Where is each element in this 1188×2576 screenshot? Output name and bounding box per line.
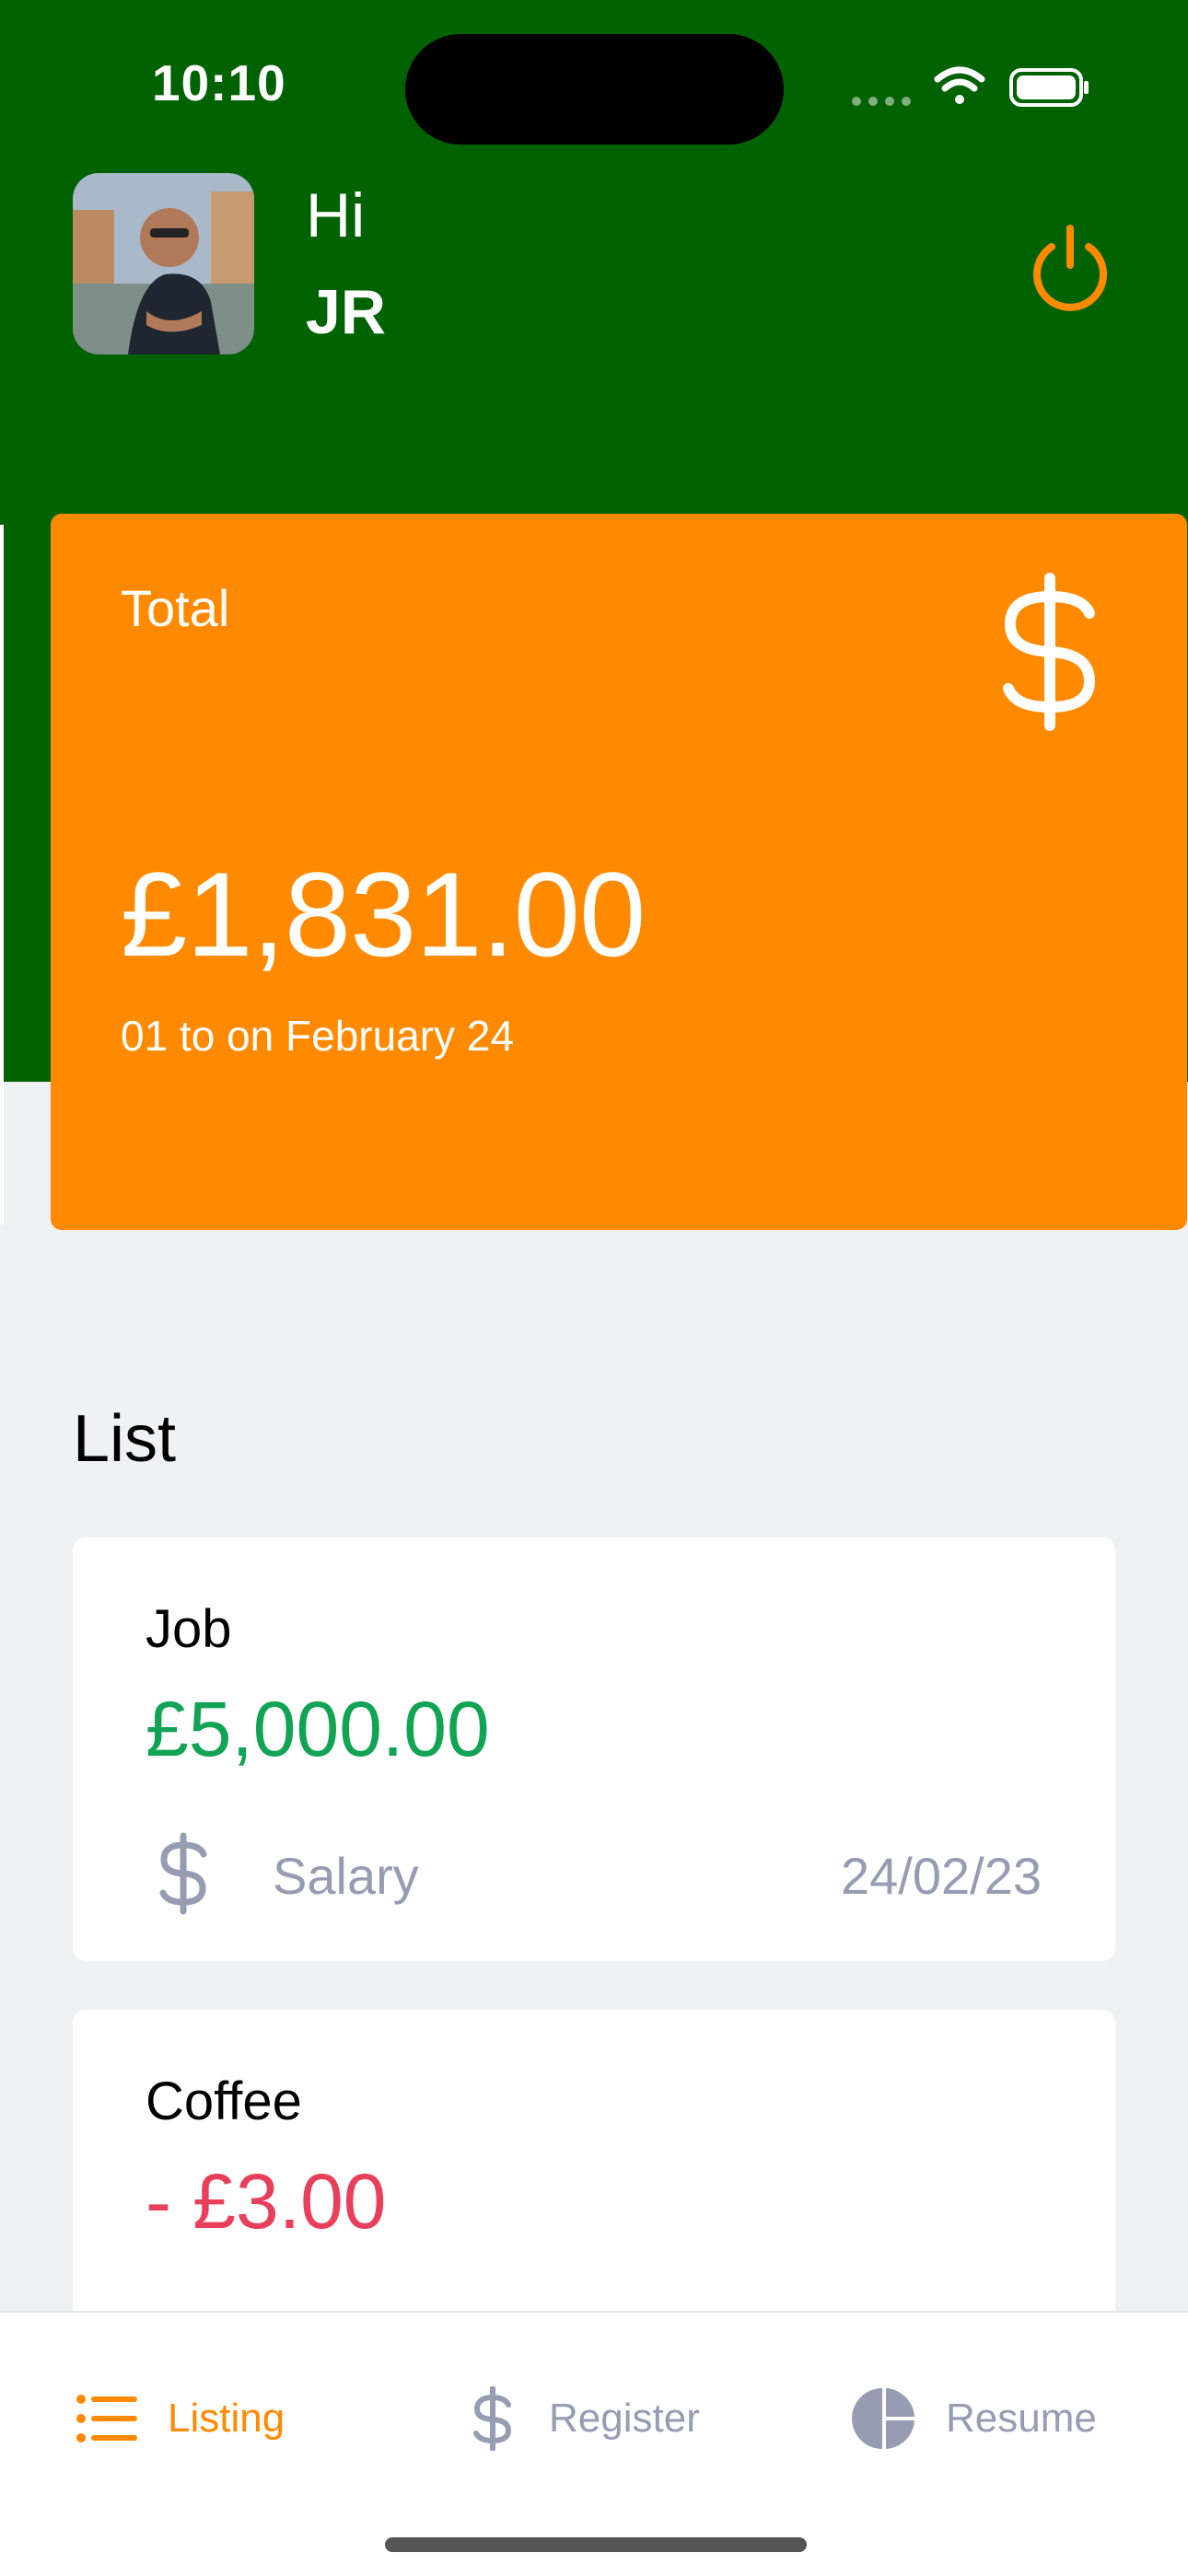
pie-chart-icon	[852, 2388, 914, 2449]
total-period: 01 to on February 24	[121, 1012, 515, 1060]
item-amount: - £3.00	[146, 2158, 387, 2245]
total-label: Total	[121, 579, 230, 637]
tab-label: Listing	[168, 2396, 285, 2441]
tab-label: Resume	[946, 2396, 1097, 2441]
dollar-icon	[1003, 573, 1096, 731]
item-title: Coffee	[146, 2071, 302, 2131]
dynamic-island	[405, 34, 784, 145]
item-amount: £5,000.00	[146, 1686, 490, 1772]
status-icons	[852, 66, 1089, 107]
tab-label: Register	[549, 2396, 700, 2441]
cellular-signal-icon	[852, 97, 911, 106]
avatar[interactable]	[73, 173, 254, 354]
status-time: 10:10	[152, 54, 286, 111]
list-title: List	[73, 1402, 177, 1476]
power-icon[interactable]	[1024, 221, 1116, 313]
item-date: 24/02/23	[841, 1847, 1042, 1905]
avatar-photo	[73, 173, 254, 354]
dollar-icon	[473, 2386, 512, 2451]
list-item[interactable]: Job £5,000.00 Salary 24/02/23	[73, 1537, 1115, 1961]
list-icon	[76, 2395, 137, 2443]
user-name: JR	[306, 277, 386, 347]
battery-icon	[1009, 68, 1089, 107]
total-card: Total £1,831.00 01 to on February 24	[51, 514, 1187, 1230]
dollar-icon	[159, 1832, 207, 1915]
card-edge	[0, 525, 4, 1224]
item-title: Job	[146, 1599, 232, 1659]
home-indicator[interactable]	[385, 2537, 807, 2552]
total-amount: £1,831.00	[121, 847, 646, 981]
tab-bar: Listing Register Resume	[0, 2311, 1188, 2576]
wifi-icon	[934, 66, 985, 104]
greeting-text: Hi	[306, 180, 366, 250]
item-category: Salary	[273, 1847, 419, 1905]
